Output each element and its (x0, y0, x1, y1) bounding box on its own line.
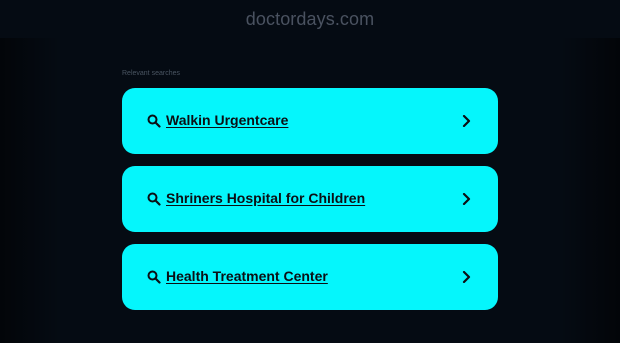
chevron-right-icon (462, 271, 471, 283)
search-link[interactable]: Shriners Hospital for Children (166, 190, 365, 206)
search-link[interactable]: Health Treatment Center (166, 268, 328, 284)
search-icon (147, 270, 161, 284)
search-link[interactable]: Walkin Urgentcare (166, 112, 288, 128)
search-icon (147, 114, 161, 128)
search-icon (147, 192, 161, 206)
domain-title: doctordays.com (245, 9, 375, 29)
right-edge-shadow (560, 38, 620, 343)
search-card-health-treatment-center[interactable]: Health Treatment Center (122, 244, 498, 310)
chevron-right-icon (462, 193, 471, 205)
search-list: Walkin Urgentcare Shriners Hospital for … (122, 88, 498, 322)
search-card-walkin-urgentcare[interactable]: Walkin Urgentcare (122, 88, 498, 154)
page: doctordays.com Relevant searches Walkin … (0, 0, 620, 343)
chevron-right-icon (462, 115, 471, 127)
relevant-searches-label: Relevant searches (122, 70, 180, 77)
search-card-shriners-hospital[interactable]: Shriners Hospital for Children (122, 166, 498, 232)
left-edge-shadow (0, 38, 60, 343)
